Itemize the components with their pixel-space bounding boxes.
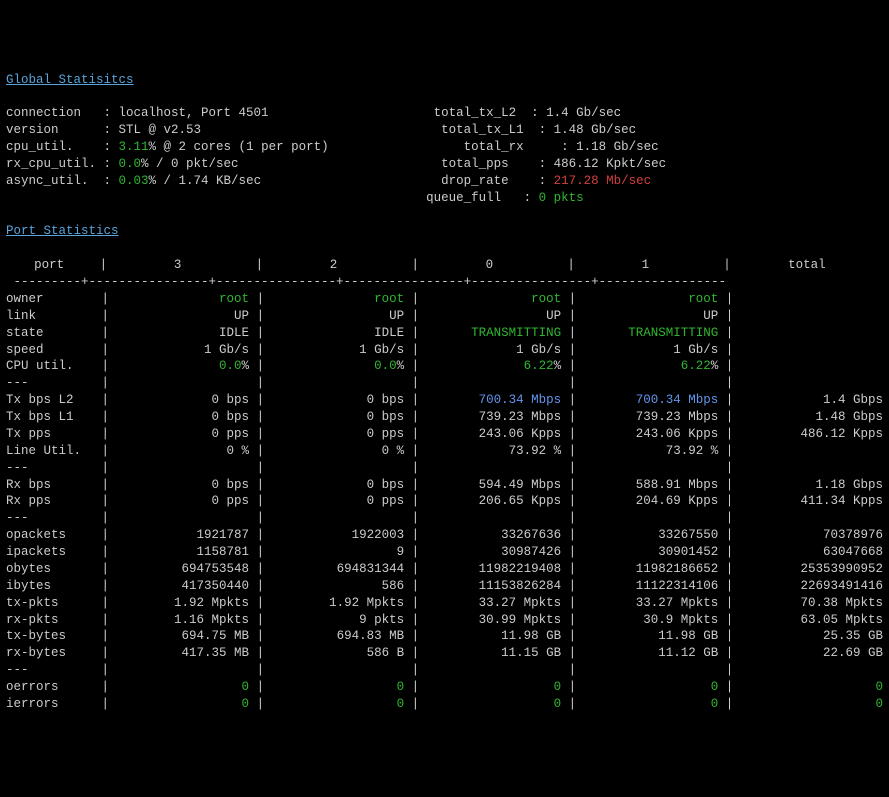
total-tx-l1-label: total_tx_L1 (441, 123, 524, 137)
version-value: STL @ v2.53 (119, 123, 202, 137)
row-ierrors: ierrors |0 |0 |0 |0 |0 (6, 696, 883, 713)
version-label: version (6, 123, 59, 137)
col-p0: 0 (419, 257, 560, 274)
port-stats-title: Port Statistics (6, 224, 119, 238)
col-port: port (6, 257, 92, 274)
row-speed: speed |1 Gb/s |1 Gb/s |1 Gb/s |1 Gb/s | (6, 342, 883, 359)
row-obytes: obytes |694753548 |694831344 |1198221940… (6, 561, 883, 578)
row-txpkts: tx-pkts |1.92 Mpkts |1.92 Mpkts |33.27 M… (6, 595, 883, 612)
async-util-suffix: % / 1.74 KB/sec (149, 174, 262, 188)
row-txbpsl2: Tx bps L2 |0 bps |0 bps |700.34 Mbps |70… (6, 392, 883, 409)
global-stats-title: Global Statisitcs (6, 73, 134, 87)
row-owner: owner |root |root |root |root | (6, 291, 883, 308)
row-oerrors: oerrors |0 |0 |0 |0 |0 (6, 679, 883, 696)
rx-cpu-util-suffix: % / 0 pkt/sec (141, 157, 239, 171)
total-pps-value: 486.12 Kpkt/sec (554, 157, 667, 171)
total-tx-l2-label: total_tx_L2 (434, 106, 517, 120)
row-txpps: Tx pps |0 pps |0 pps |243.06 Kpps |243.0… (6, 426, 883, 443)
row-sep4: --- | | | | | (6, 662, 883, 679)
row-rxpkts: rx-pkts |1.16 Mpkts |9 pkts |30.99 Mpkts… (6, 612, 883, 629)
connection-value: localhost, Port 4501 (119, 106, 269, 120)
row-sep3: --- | | | | | (6, 510, 883, 527)
row-ipackets: ipackets |1158781 |9 |30987426 |30901452… (6, 544, 883, 561)
row-rxbytes: rx-bytes |417.35 MB |586 B |11.15 GB |11… (6, 645, 883, 662)
row-lineutil: Line Util. |0 % |0 % |73.92 % |73.92 % | (6, 443, 883, 460)
total-rx-label: total_rx (464, 140, 524, 154)
port-stats-table: port |3 |2 |0 |1 |total (6, 257, 883, 274)
row-sep1: --- | | | | | (6, 375, 883, 392)
total-rx-value: 1.18 Gb/sec (576, 140, 659, 154)
row-sep2: --- | | | | | (6, 460, 883, 477)
cpu-util-label: cpu_util. (6, 140, 74, 154)
col-p3: 3 (107, 257, 248, 274)
total-tx-l2-value: 1.4 Gb/sec (546, 106, 621, 120)
cpu-util-pct: 3.11 (119, 140, 149, 154)
queue-full-label: queue_full (426, 191, 501, 205)
queue-full-value: 0 pkts (539, 191, 584, 205)
drop-rate-value: 217.28 Mb/sec (554, 174, 652, 188)
cpu-util-suffix: % @ 2 cores (1 per port) (149, 140, 329, 154)
row-cpu: CPU util. |0.0% |0.0% |6.22% |6.22% | (6, 358, 883, 375)
rx-cpu-util-pct: 0.0 (119, 157, 142, 171)
async-util-label: async_util. (6, 174, 89, 188)
col-total: total (731, 257, 883, 274)
connection-label: connection (6, 106, 81, 120)
col-p2: 2 (263, 257, 404, 274)
row-link: link |UP |UP |UP |UP | (6, 308, 883, 325)
header-row: port |3 |2 |0 |1 |total (6, 257, 883, 274)
row-txbytes: tx-bytes |694.75 MB |694.83 MB |11.98 GB… (6, 628, 883, 645)
total-pps-label: total_pps (441, 157, 509, 171)
drop-rate-label: drop_rate (441, 174, 509, 188)
col-p1: 1 (575, 257, 716, 274)
dash-line: ---------+----------------+-------------… (6, 275, 726, 289)
row-rxpps: Rx pps |0 pps |0 pps |206.65 Kpps |204.6… (6, 493, 883, 510)
row-rxbps: Rx bps |0 bps |0 bps |594.49 Mbps |588.9… (6, 477, 883, 494)
row-txbpsl1: Tx bps L1 |0 bps |0 bps |739.23 Mbps |73… (6, 409, 883, 426)
row-state: state |IDLE |IDLE |TRANSMITTING |TRANSMI… (6, 325, 883, 342)
total-tx-l1-value: 1.48 Gb/sec (554, 123, 637, 137)
row-opackets: opackets |1921787 |1922003 |33267636 |33… (6, 527, 883, 544)
async-util-pct: 0.03 (119, 174, 149, 188)
rx-cpu-util-label: rx_cpu_util. (6, 157, 96, 171)
row-ibytes: ibytes |417350440 |586 |11153826284 |111… (6, 578, 883, 595)
